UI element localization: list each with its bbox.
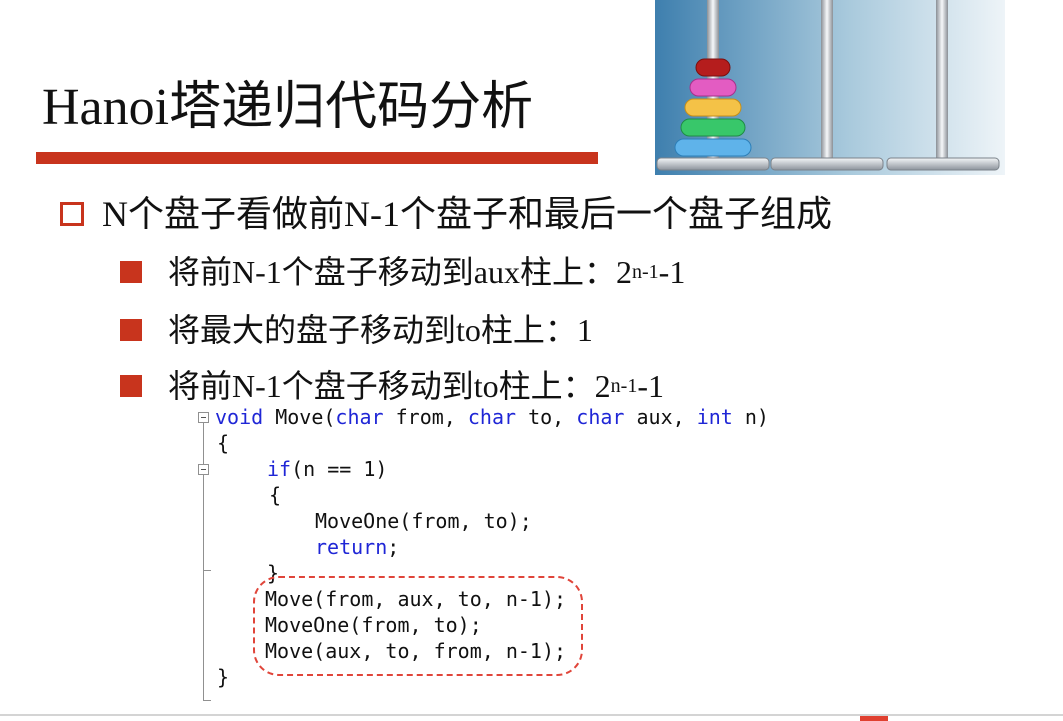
outline-tick	[203, 570, 211, 571]
code-snippet: void Move(char from, char to, char aux, …	[195, 404, 805, 704]
code-line: if(n == 1)	[267, 457, 388, 481]
title-underline	[36, 152, 598, 164]
bullet-level1-text: N个盘子看做前N-1个盘子和最后一个盘子组成	[102, 194, 832, 234]
formula-exponent: n-1	[631, 261, 659, 283]
highlight-oval	[253, 576, 583, 676]
formula-base: 1	[576, 312, 593, 348]
bullet-level1: N个盘子看做前N-1个盘子和最后一个盘子组成	[60, 192, 832, 236]
code-line: }	[217, 665, 230, 689]
code-line: {	[269, 483, 282, 507]
formula-tail: -1	[637, 368, 664, 404]
bullet-level2: 将前N-1个盘子移动到to柱上： 2 n-1 -1	[120, 366, 664, 406]
collapse-icon[interactable]	[198, 464, 209, 475]
outline-gutter	[203, 420, 204, 700]
bullet-level2-text: 将前N-1个盘子移动到to柱上：	[168, 368, 595, 404]
filled-square-icon	[120, 319, 142, 341]
outline-tick	[203, 700, 211, 701]
formula-base: 2	[615, 254, 632, 290]
code-line: void Move(char from, char to, char aux, …	[215, 405, 769, 429]
code-line: MoveOne(from, to);	[315, 509, 532, 533]
formula-tail: -1	[658, 254, 686, 290]
slide-title: Hanoi塔递归代码分析	[42, 79, 534, 136]
footer-accent	[860, 716, 888, 721]
collapse-icon[interactable]	[198, 412, 209, 423]
code-line: {	[217, 431, 230, 455]
bullet-level2-text: 将前N-1个盘子移动到aux柱上：	[168, 254, 616, 290]
bullet-level2: 将最大的盘子移动到to柱上： 1	[120, 310, 593, 350]
bullet-level2-text: 将最大的盘子移动到to柱上：	[168, 312, 577, 348]
tower-of-hanoi-illustration	[655, 0, 1005, 175]
code-line: return;	[315, 535, 400, 559]
hollow-square-icon	[60, 202, 84, 226]
filled-square-icon	[120, 375, 142, 397]
formula-base: 2	[594, 368, 611, 404]
filled-square-icon	[120, 261, 142, 283]
footer-rule	[0, 714, 1063, 716]
formula-exponent: n-1	[610, 375, 638, 397]
bullet-level2: 将前N-1个盘子移动到aux柱上： 2 n-1 -1	[120, 252, 685, 292]
